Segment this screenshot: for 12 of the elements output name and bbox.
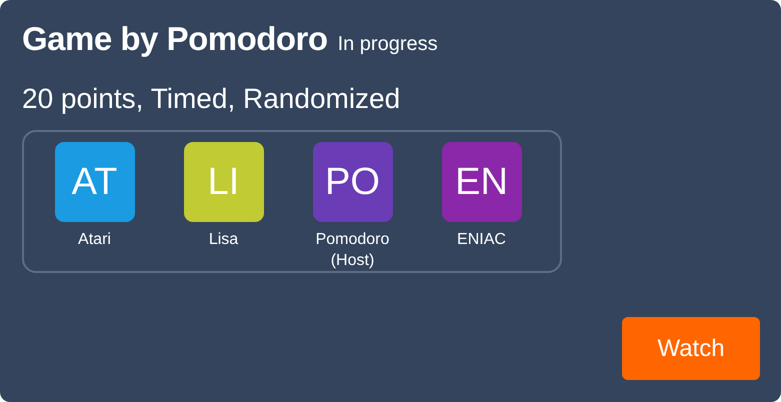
player-avatar: PO (312, 142, 392, 222)
player-name: Atari (77, 230, 112, 250)
watch-button[interactable]: Watch (622, 317, 760, 380)
game-title: Game by Pomodoro (22, 20, 328, 58)
game-status: In progress (338, 33, 438, 56)
player-avatar: EN (442, 142, 522, 222)
player-name: Pomodoro (Host) (314, 230, 390, 271)
player-name: ENIAC (456, 230, 507, 250)
player-avatar: LI (184, 142, 264, 222)
player-name: Lisa (208, 230, 240, 250)
player-avatar: AT (54, 142, 134, 222)
game-details: 20 points, Timed, Randomized (22, 82, 402, 116)
